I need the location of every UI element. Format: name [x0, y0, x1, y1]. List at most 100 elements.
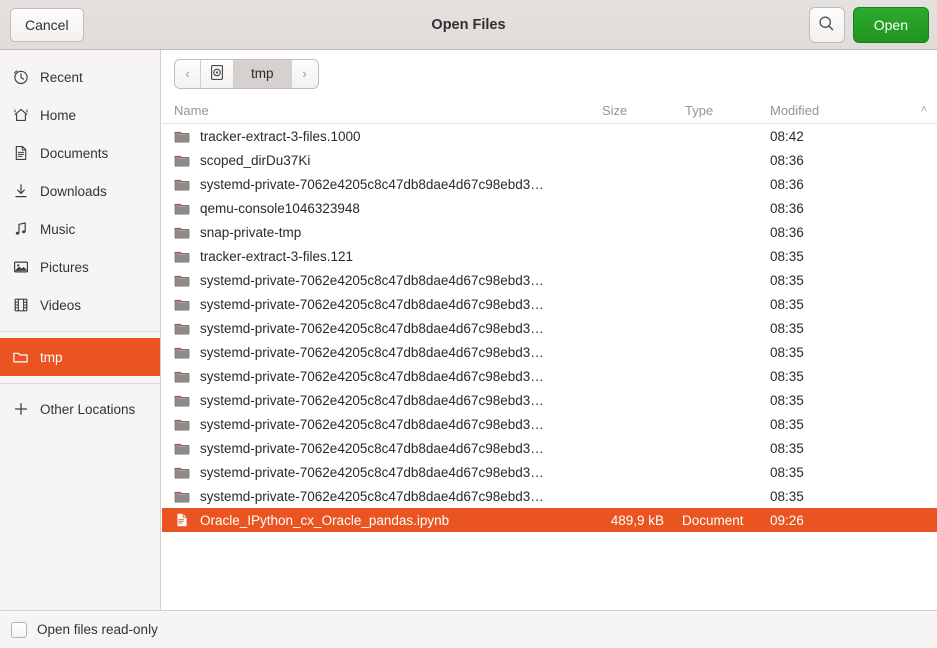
- table-row[interactable]: systemd-private-7062e4205c8c47db8dae4d67…: [162, 364, 937, 388]
- table-row[interactable]: snap-private-tmp08:36: [162, 220, 937, 244]
- file-name-cell: systemd-private-7062e4205c8c47db8dae4d67…: [166, 320, 594, 336]
- file-name-cell: systemd-private-7062e4205c8c47db8dae4d67…: [166, 440, 594, 456]
- table-row[interactable]: systemd-private-7062e4205c8c47db8dae4d67…: [162, 484, 937, 508]
- file-name-cell: systemd-private-7062e4205c8c47db8dae4d67…: [166, 392, 594, 408]
- file-name-label: systemd-private-7062e4205c8c47db8dae4d67…: [200, 441, 544, 456]
- column-header-type[interactable]: Type: [677, 97, 762, 123]
- chevron-left-icon: ‹: [185, 66, 189, 81]
- table-row[interactable]: systemd-private-7062e4205c8c47db8dae4d67…: [162, 388, 937, 412]
- file-name-label: Oracle_IPython_cx_Oracle_pandas.ipynb: [200, 513, 449, 528]
- sidebar-divider: [0, 331, 160, 332]
- sidebar-item-label: Music: [40, 222, 75, 237]
- file-name-label: systemd-private-7062e4205c8c47db8dae4d67…: [200, 417, 544, 432]
- file-size-cell: 489,9 kB: [594, 513, 677, 528]
- sidebar-item-pictures[interactable]: Pictures: [0, 248, 160, 286]
- breadcrumb-root[interactable]: [201, 60, 234, 88]
- table-row[interactable]: systemd-private-7062e4205c8c47db8dae4d67…: [162, 412, 937, 436]
- file-modified-cell: 08:35: [762, 417, 937, 432]
- sort-ascending-icon: ˄: [921, 105, 927, 116]
- table-row[interactable]: systemd-private-7062e4205c8c47db8dae4d67…: [162, 316, 937, 340]
- chevron-right-icon: ›: [302, 66, 306, 81]
- table-row[interactable]: systemd-private-7062e4205c8c47db8dae4d67…: [162, 172, 937, 196]
- table-row[interactable]: Oracle_IPython_cx_Oracle_pandas.ipynb 489…: [162, 508, 937, 532]
- file-modified-cell: 08:35: [762, 393, 937, 408]
- file-name-label: qemu-console1046323948: [200, 201, 360, 216]
- file-modified-cell: 08:36: [762, 153, 937, 168]
- file-modified-cell: 09:26: [762, 513, 937, 528]
- file-list-rows[interactable]: tracker-extract-3-files.100008:42scoped_…: [162, 124, 937, 610]
- file-name-cell: snap-private-tmp: [166, 224, 594, 240]
- file-name-cell: systemd-private-7062e4205c8c47db8dae4d67…: [166, 464, 594, 480]
- file-modified-cell: 08:35: [762, 465, 937, 480]
- file-modified-cell: 08:36: [762, 177, 937, 192]
- table-row[interactable]: scoped_dirDu37Ki 08:36: [162, 148, 937, 172]
- file-modified-cell: 08:35: [762, 321, 937, 336]
- file-name-cell: systemd-private-7062e4205c8c47db8dae4d67…: [166, 416, 594, 432]
- breadcrumb-segment-label: tmp: [251, 66, 274, 81]
- table-row[interactable]: systemd-private-7062e4205c8c47db8dae4d67…: [162, 340, 937, 364]
- table-row[interactable]: tracker-extract-3-files.100008:42: [162, 124, 937, 148]
- sidebar-item-label: Home: [40, 108, 76, 123]
- read-only-checkbox[interactable]: [11, 622, 27, 638]
- file-name-label: systemd-private-7062e4205c8c47db8dae4d67…: [200, 369, 544, 384]
- file-list: Name Size Type Modified ˄ tracker-extrac…: [161, 97, 937, 610]
- sidebar-item-videos[interactable]: Videos: [0, 286, 160, 324]
- sidebar-item-home[interactable]: Home: [0, 96, 160, 134]
- file-name-cell: systemd-private-7062e4205c8c47db8dae4d67…: [166, 272, 594, 288]
- file-name-label: systemd-private-7062e4205c8c47db8dae4d67…: [200, 465, 544, 480]
- sidebar-item-music[interactable]: Music: [0, 210, 160, 248]
- file-name-cell: systemd-private-7062e4205c8c47db8dae4d67…: [166, 344, 594, 360]
- breadcrumb-segment-tmp[interactable]: tmp: [234, 60, 292, 88]
- table-row[interactable]: systemd-private-7062e4205c8c47db8dae4d67…: [162, 436, 937, 460]
- folder-icon: [174, 128, 190, 144]
- plus-icon: [12, 401, 29, 418]
- open-button[interactable]: Open: [853, 7, 929, 43]
- file-modified-cell: 08:36: [762, 201, 937, 216]
- column-header-modified[interactable]: Modified ˄: [762, 97, 937, 123]
- folder-icon: [174, 320, 190, 336]
- file-name-label: systemd-private-7062e4205c8c47db8dae4d67…: [200, 321, 544, 336]
- file-modified-cell: 08:35: [762, 441, 937, 456]
- file-name-cell: systemd-private-7062e4205c8c47db8dae4d67…: [166, 296, 594, 312]
- sidebar-item-other-locations[interactable]: Other Locations: [0, 390, 160, 428]
- sidebar-item-downloads[interactable]: Downloads: [0, 172, 160, 210]
- main-pane: ‹ tmp: [161, 50, 937, 610]
- column-header-name[interactable]: Name: [166, 97, 594, 123]
- sidebar-item-tmp[interactable]: tmp: [0, 338, 160, 376]
- breadcrumb-back-button[interactable]: ‹: [175, 60, 201, 88]
- file-name-label: scoped_dirDu37Ki: [200, 153, 310, 168]
- folder-icon: [174, 368, 190, 384]
- cancel-button-label: Cancel: [25, 17, 69, 33]
- file-modified-cell: 08:42: [762, 129, 937, 144]
- table-row[interactable]: tracker-extract-3-files.12108:35: [162, 244, 937, 268]
- folder-icon: [174, 296, 190, 312]
- sidebar-item-recent[interactable]: Recent: [0, 58, 160, 96]
- sidebar-item-label: Recent: [40, 70, 83, 85]
- column-header-name-label: Name: [174, 103, 209, 118]
- column-header-modified-label: Modified: [770, 103, 819, 118]
- table-row[interactable]: qemu-console1046323948 08:36: [162, 196, 937, 220]
- search-button[interactable]: [809, 7, 845, 43]
- download-icon: [12, 183, 29, 200]
- file-list-header: Name Size Type Modified ˄: [162, 97, 937, 124]
- table-row[interactable]: systemd-private-7062e4205c8c47db8dae4d67…: [162, 460, 937, 484]
- cancel-button[interactable]: Cancel: [10, 8, 84, 42]
- image-icon: [12, 259, 29, 276]
- folder-icon: [174, 224, 190, 240]
- file-name-label: systemd-private-7062e4205c8c47db8dae4d67…: [200, 273, 544, 288]
- column-header-size-label: Size: [602, 103, 627, 118]
- sidebar-item-label: Other Locations: [40, 402, 135, 417]
- file-modified-cell: 08:35: [762, 369, 937, 384]
- sidebar-divider-2: [0, 383, 160, 384]
- table-row[interactable]: systemd-private-7062e4205c8c47db8dae4d67…: [162, 268, 937, 292]
- breadcrumb-forward-button[interactable]: ›: [292, 60, 318, 88]
- folder-icon: [174, 248, 190, 264]
- column-header-size[interactable]: Size: [594, 97, 677, 123]
- table-row[interactable]: systemd-private-7062e4205c8c47db8dae4d67…: [162, 292, 937, 316]
- search-icon: [818, 15, 835, 35]
- folder-icon: [174, 200, 190, 216]
- sidebar-item-label: Videos: [40, 298, 81, 313]
- dialog-footer: Open files read-only: [0, 610, 937, 648]
- sidebar-item-documents[interactable]: Documents: [0, 134, 160, 172]
- document-icon: [12, 145, 29, 162]
